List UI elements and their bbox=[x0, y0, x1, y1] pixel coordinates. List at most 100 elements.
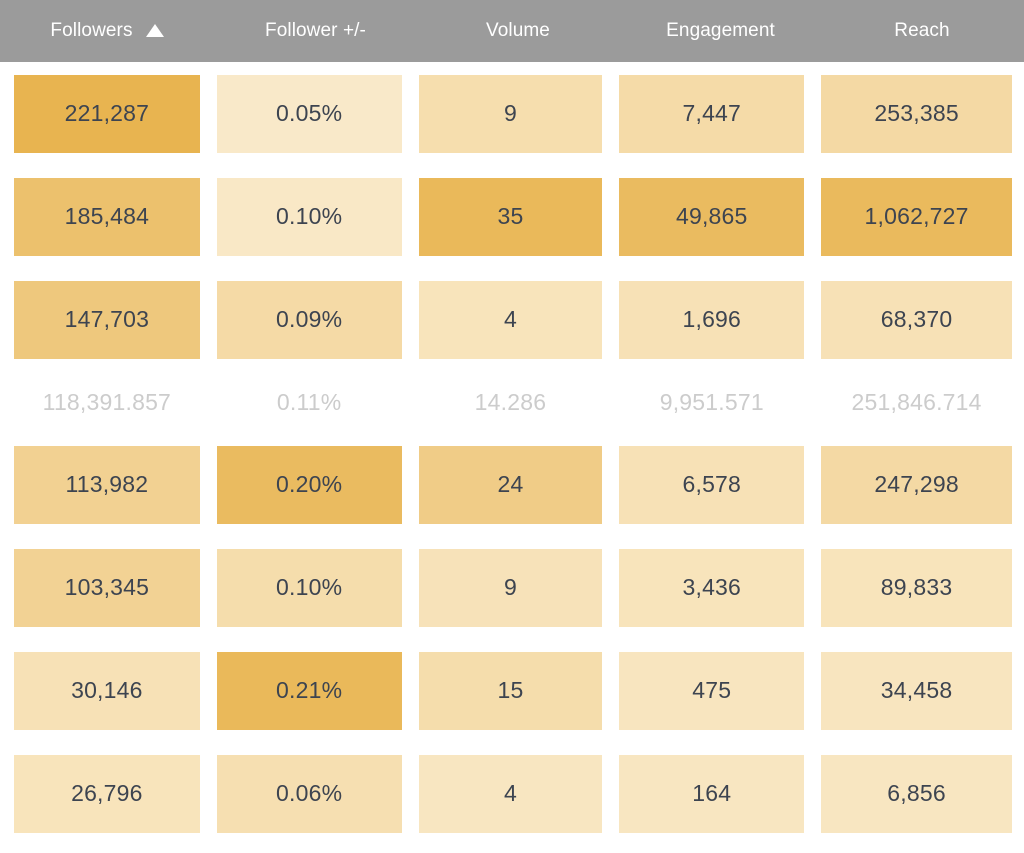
heat-cell-value: 49,865 bbox=[619, 177, 805, 256]
heat-cell-value: 0.05% bbox=[216, 74, 402, 153]
table-cell[interactable]: 30,146 bbox=[0, 639, 213, 742]
column-header-label: Engagement bbox=[666, 20, 775, 41]
table-cell[interactable]: 9 bbox=[415, 536, 616, 639]
column-header-followers[interactable]: Followers bbox=[0, 0, 214, 62]
heat-cell-value: 247,298 bbox=[821, 445, 1012, 524]
table-row: 26,796 0.06% 4 164 6,856 bbox=[0, 742, 1024, 845]
table-body: 221,287 0.05% 9 7,447 253,385 185,484 0.10% 35 4… bbox=[0, 62, 1024, 845]
table-cell[interactable]: 6,578 bbox=[615, 433, 817, 536]
table-cell[interactable]: 118,391.857 bbox=[0, 371, 213, 433]
table-cell[interactable] bbox=[1016, 536, 1024, 639]
table-cell[interactable]: 103,345 bbox=[0, 536, 213, 639]
heat-cell-value: 164 bbox=[619, 754, 805, 833]
table-row: 113,982 0.20% 24 6,578 247,298 bbox=[0, 433, 1024, 536]
heat-cell-value: 185,484 bbox=[14, 177, 200, 256]
table-summary-row: 118,391.857 0.11% 14.286 9,951.571 251,846.7… bbox=[0, 371, 1024, 433]
heat-cell-value: 7,447 bbox=[619, 74, 805, 153]
table-cell[interactable]: 147,703 bbox=[0, 268, 213, 371]
table-cell[interactable] bbox=[1016, 433, 1024, 536]
heat-cell-value: 9 bbox=[418, 74, 603, 153]
table-cell[interactable]: 26,796 bbox=[0, 742, 213, 845]
table-cell[interactable]: 251,846.714 bbox=[817, 371, 1016, 433]
heat-cell-value: 15 bbox=[418, 651, 603, 730]
column-header-engagement[interactable]: Engagement bbox=[619, 0, 822, 62]
summary-value: 14.286 bbox=[474, 388, 547, 415]
table-cell[interactable]: 4 bbox=[415, 268, 616, 371]
heat-cell-value: 4 bbox=[418, 280, 603, 359]
table-cell[interactable]: 14.286 bbox=[415, 371, 616, 433]
table-cell[interactable]: 7,447 bbox=[615, 62, 817, 165]
column-header-volume[interactable]: Volume bbox=[417, 0, 619, 62]
table-cell[interactable]: 1,062,727 bbox=[817, 165, 1016, 268]
table-cell[interactable]: 0.06% bbox=[213, 742, 415, 845]
table-cell[interactable]: 9 bbox=[415, 62, 616, 165]
heat-cell-value: 35 bbox=[418, 177, 603, 256]
sort-ascending-triangle-icon[interactable] bbox=[145, 23, 164, 37]
column-header-follower_pm[interactable]: Follower +/- bbox=[214, 0, 417, 62]
table-cell[interactable] bbox=[1016, 639, 1024, 742]
summary-value: 251,846.714 bbox=[851, 388, 982, 415]
heat-cell-value: 0.09% bbox=[216, 280, 402, 359]
heat-cell-value: 6,856 bbox=[821, 754, 1012, 833]
table-row: 147,703 0.09% 4 1,696 68,370 bbox=[0, 268, 1024, 371]
heat-cell-value: 113,982 bbox=[14, 445, 200, 524]
table-cell[interactable]: 0.11% bbox=[213, 371, 415, 433]
heat-cell-value: 9 bbox=[418, 548, 603, 627]
table-cell[interactable]: 6,856 bbox=[817, 742, 1016, 845]
summary-value: 118,391.857 bbox=[42, 388, 172, 415]
table-cell[interactable]: 0.10% bbox=[213, 165, 415, 268]
table-cell[interactable] bbox=[1016, 371, 1024, 433]
table-cell[interactable]: 34,458 bbox=[817, 639, 1016, 742]
table-cell[interactable]: 3,436 bbox=[615, 536, 817, 639]
column-header-label: Reach bbox=[894, 20, 950, 41]
table-cell[interactable]: 15 bbox=[415, 639, 616, 742]
table-cell[interactable]: 113,982 bbox=[0, 433, 213, 536]
table-cell[interactable]: 0.09% bbox=[213, 268, 415, 371]
heat-cell-value: 103,345 bbox=[14, 548, 200, 627]
heat-cell-value: 0.10% bbox=[216, 177, 402, 256]
table-cell[interactable]: 24 bbox=[415, 433, 616, 536]
summary-value: 0.11% bbox=[276, 388, 342, 415]
column-header-label: Followers bbox=[50, 20, 133, 41]
table-cell[interactable]: 253,385 bbox=[817, 62, 1016, 165]
table-cell[interactable]: 35 bbox=[415, 165, 616, 268]
table-cell[interactable]: 0.21% bbox=[213, 639, 415, 742]
column-header-label: Volume bbox=[486, 20, 550, 41]
table-cell[interactable]: 49,865 bbox=[615, 165, 817, 268]
heat-cell-value: 475 bbox=[619, 651, 805, 730]
table-cell[interactable]: 0.10% bbox=[213, 536, 415, 639]
heat-cell-value: 4 bbox=[418, 754, 603, 833]
heat-cell-value: 24 bbox=[418, 445, 603, 524]
table-cell[interactable] bbox=[1016, 742, 1024, 845]
heat-cell-value: 1,062,727 bbox=[821, 177, 1012, 256]
table-row: 185,484 0.10% 35 49,865 1,062,727 bbox=[0, 165, 1024, 268]
table-cell[interactable]: 185,484 bbox=[0, 165, 213, 268]
table-cell[interactable]: 1,696 bbox=[615, 268, 817, 371]
table-cell[interactable]: 9,951.571 bbox=[615, 371, 817, 433]
heat-cell-value: 34,458 bbox=[821, 651, 1012, 730]
heat-cell-value: 89,833 bbox=[821, 548, 1012, 627]
column-header-reach[interactable]: Reach bbox=[822, 0, 1022, 62]
table-cell[interactable] bbox=[1016, 268, 1024, 371]
heat-cell-value: 26,796 bbox=[14, 754, 200, 833]
heat-cell-value: 221,287 bbox=[14, 74, 200, 153]
table-cell[interactable]: 164 bbox=[615, 742, 817, 845]
table-cell[interactable]: 4 bbox=[415, 742, 616, 845]
table-cell[interactable]: 0.20% bbox=[213, 433, 415, 536]
heat-cell-value: 6,578 bbox=[619, 445, 805, 524]
table-cell[interactable]: 0.05% bbox=[213, 62, 415, 165]
heat-cell-value: 68,370 bbox=[821, 280, 1012, 359]
table-header-row: Followers Follower +/- Volume Engagement Rea… bbox=[0, 0, 1024, 62]
table-cell[interactable]: 89,833 bbox=[817, 536, 1016, 639]
heat-cell-value: 0.10% bbox=[216, 548, 402, 627]
table-cell[interactable]: 221,287 bbox=[0, 62, 213, 165]
table-cell[interactable] bbox=[1016, 62, 1024, 165]
table-cell[interactable]: 475 bbox=[615, 639, 817, 742]
table-cell[interactable]: 68,370 bbox=[817, 268, 1016, 371]
table-row: 221,287 0.05% 9 7,447 253,385 bbox=[0, 62, 1024, 165]
table-cell[interactable]: 247,298 bbox=[817, 433, 1016, 536]
table-cell[interactable] bbox=[1016, 165, 1024, 268]
heat-cell-value: 30,146 bbox=[14, 651, 200, 730]
table-row: 30,146 0.21% 15 475 34,458 bbox=[0, 639, 1024, 742]
heat-cell-value: 1,696 bbox=[619, 280, 805, 359]
